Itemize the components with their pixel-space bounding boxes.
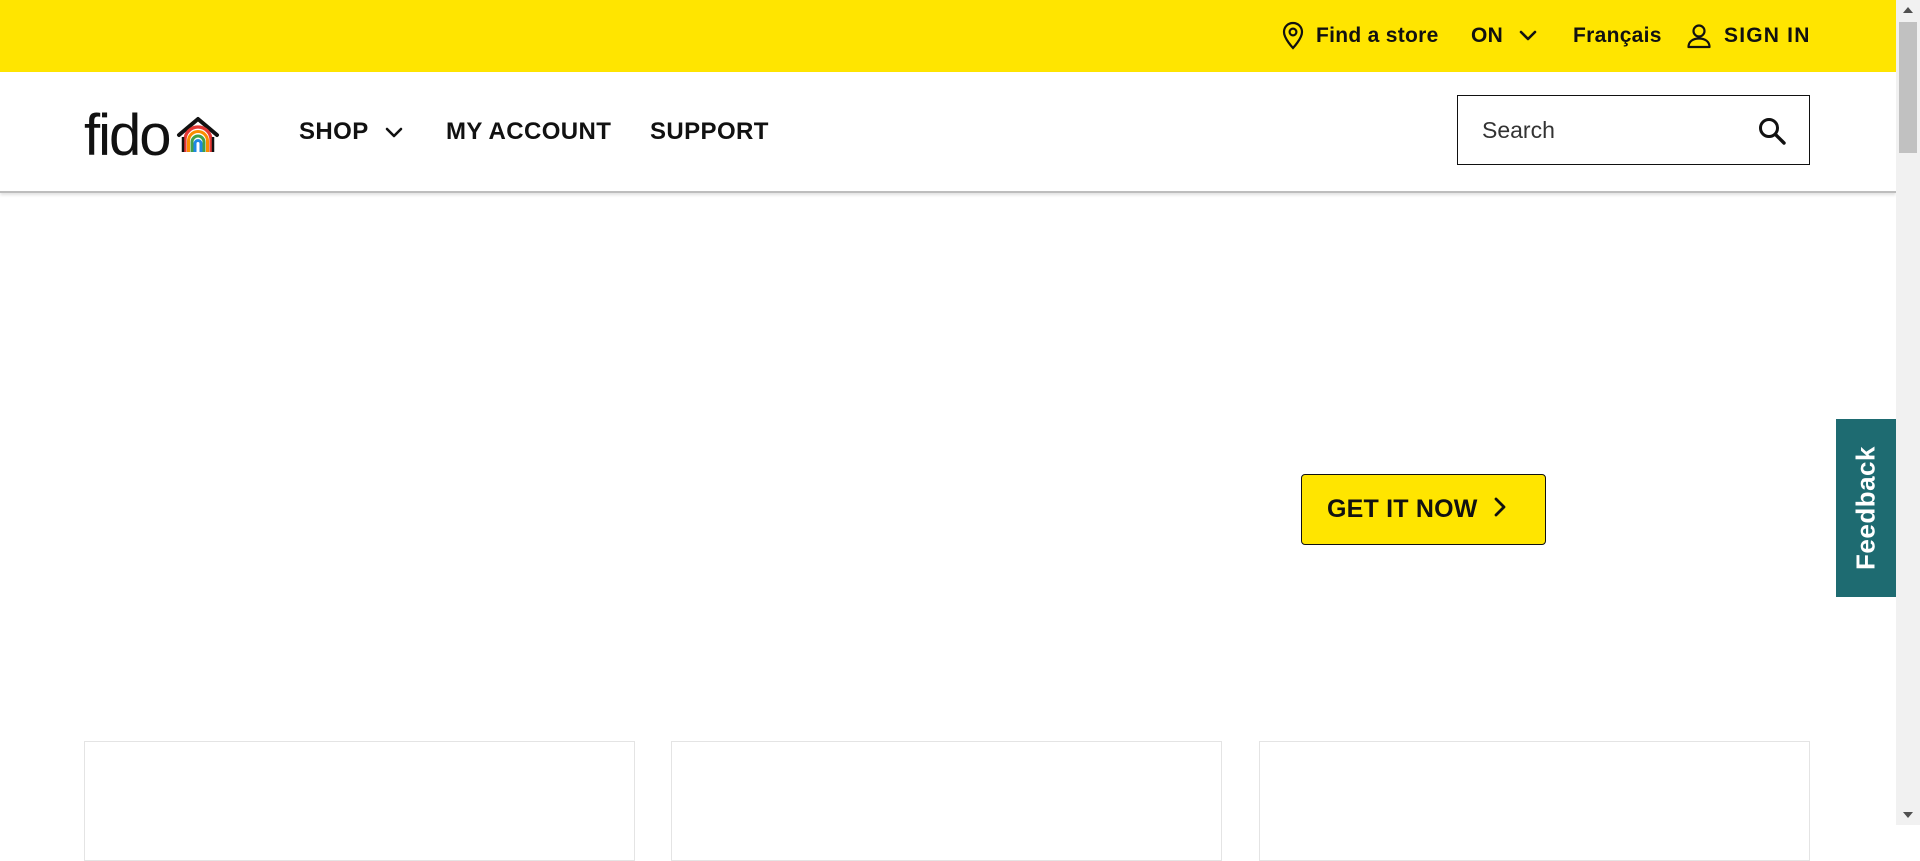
- find-store-link[interactable]: Find a store: [1282, 0, 1439, 72]
- page-scrollbar[interactable]: [1896, 0, 1920, 825]
- utility-bar: Find a store ON Français SIGN IN: [0, 0, 1896, 72]
- feedback-tab[interactable]: Feedback: [1836, 419, 1896, 597]
- search-icon[interactable]: [1757, 116, 1787, 146]
- logo-text: fido: [84, 103, 172, 168]
- search-input[interactable]: [1458, 96, 1748, 164]
- content-card: [671, 741, 1222, 861]
- language-toggle[interactable]: Français: [1573, 0, 1662, 72]
- nav-my-account-label: MY ACCOUNT: [446, 117, 612, 145]
- nav-shop[interactable]: SHOP: [299, 72, 403, 191]
- sign-in-link[interactable]: SIGN IN: [1686, 0, 1811, 72]
- fido-logo[interactable]: fido: [84, 102, 220, 168]
- content-card: [84, 741, 635, 861]
- nav-support-label: SUPPORT: [650, 117, 769, 145]
- province-selector[interactable]: ON: [1471, 0, 1537, 72]
- get-it-now-button[interactable]: GET IT NOW: [1301, 474, 1546, 545]
- content-card: [1259, 741, 1810, 861]
- get-it-now-label: GET IT NOW: [1327, 495, 1478, 523]
- chevron-right-icon: [1494, 495, 1506, 524]
- scroll-up-arrow-icon[interactable]: [1896, 0, 1920, 20]
- feedback-label: Feedback: [1850, 446, 1881, 570]
- main-header: fido SHOP MY ACCOUNT SUPPORT: [0, 72, 1896, 193]
- nav-my-account[interactable]: MY ACCOUNT: [446, 72, 611, 191]
- location-pin-icon: [1282, 21, 1304, 51]
- nav-shop-label: SHOP: [299, 117, 369, 145]
- language-label: Français: [1573, 24, 1662, 47]
- chevron-down-icon: [1519, 30, 1537, 42]
- chevron-down-icon: [385, 118, 403, 146]
- scroll-down-arrow-icon[interactable]: [1896, 805, 1920, 825]
- scrollbar-thumb[interactable]: [1899, 22, 1917, 153]
- search-box: [1457, 95, 1810, 165]
- sign-in-label: SIGN IN: [1724, 24, 1811, 47]
- rainbow-house-icon: [176, 115, 220, 160]
- find-store-label: Find a store: [1316, 24, 1439, 47]
- nav-support[interactable]: SUPPORT: [650, 72, 769, 191]
- user-icon: [1686, 23, 1712, 49]
- province-label: ON: [1471, 24, 1504, 47]
